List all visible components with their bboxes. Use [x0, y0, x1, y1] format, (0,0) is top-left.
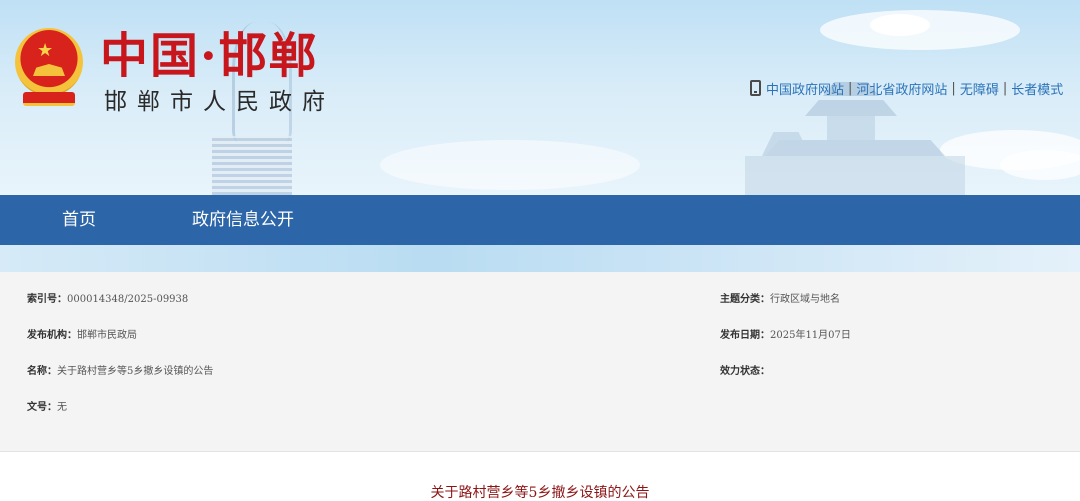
meta-label: 发布日期：	[720, 330, 770, 341]
meta-name: 名称：关于路村营乡等5乡撤乡设镇的公告	[27, 365, 213, 379]
meta-value: 关于路村营乡等5乡撤乡设镇的公告	[57, 366, 214, 377]
cloud-decoration	[870, 14, 930, 36]
meta-label: 效力状态：	[720, 366, 770, 377]
article-title: 关于路村营乡等5乡撤乡设镇的公告	[430, 485, 650, 501]
meta-doc-no: 文号：无	[27, 401, 67, 415]
meta-label: 索引号：	[27, 294, 67, 305]
meta-status: 效力状态：	[720, 365, 770, 379]
link-accessibility[interactable]: 无障碍	[960, 79, 999, 98]
nav-item-gov-info[interactable]: 政府信息公开	[192, 195, 294, 245]
meta-publisher: 发布机构：邯郸市民政局	[27, 329, 137, 343]
meta-label: 发布机构：	[27, 330, 77, 341]
meta-label: 主题分类：	[720, 294, 770, 305]
site-subtitle: 邯郸市人民政府	[104, 89, 335, 115]
meta-value: 邯郸市民政局	[77, 330, 137, 341]
meta-value: 000014348/2025-09938	[67, 294, 189, 305]
national-emblem-icon: ★	[9, 26, 89, 110]
link-hebei-gov[interactable]: 河北省政府网站	[856, 79, 947, 98]
meta-value: 行政区域与地名	[770, 294, 840, 305]
link-separator: |	[848, 80, 853, 96]
header-banner: ★ 中国·邯郸 邯郸市人民政府 中国政府网站 | 河北省政府网站 | 无障碍 |…	[0, 0, 1080, 195]
link-china-gov[interactable]: 中国政府网站	[766, 79, 844, 98]
meta-value: 2025年11月07日	[770, 330, 851, 341]
cloud-decoration	[1000, 150, 1080, 180]
link-separator: |	[1002, 80, 1008, 96]
meta-topic: 主题分类：行政区域与地名	[720, 293, 840, 307]
tower-illustration	[212, 136, 292, 195]
meta-index-no: 索引号：000014348/2025-09938	[27, 293, 188, 307]
meta-label: 名称：	[27, 366, 57, 377]
link-elder-mode[interactable]: 长者模式	[1011, 79, 1063, 98]
meta-value: 无	[57, 402, 67, 413]
top-links: 中国政府网站 | 河北省政府网站 | 无障碍 | 长者模式	[750, 78, 1063, 98]
meta-publish-date: 发布日期：2025年11月07日	[720, 329, 851, 343]
mobile-phone-icon[interactable]	[750, 80, 761, 96]
nav-item-home[interactable]: 首页	[62, 195, 96, 245]
site-title[interactable]: 中国·邯郸	[100, 28, 319, 84]
cloud-decoration	[380, 140, 640, 190]
document-metadata: 索引号：000014348/2025-09938 主题分类：行政区域与地名 发布…	[0, 272, 1080, 452]
link-separator: |	[951, 80, 956, 96]
decorative-strip	[0, 245, 1080, 272]
meta-label: 文号：	[27, 402, 57, 413]
main-nav: 首页 政府信息公开	[0, 195, 1080, 245]
